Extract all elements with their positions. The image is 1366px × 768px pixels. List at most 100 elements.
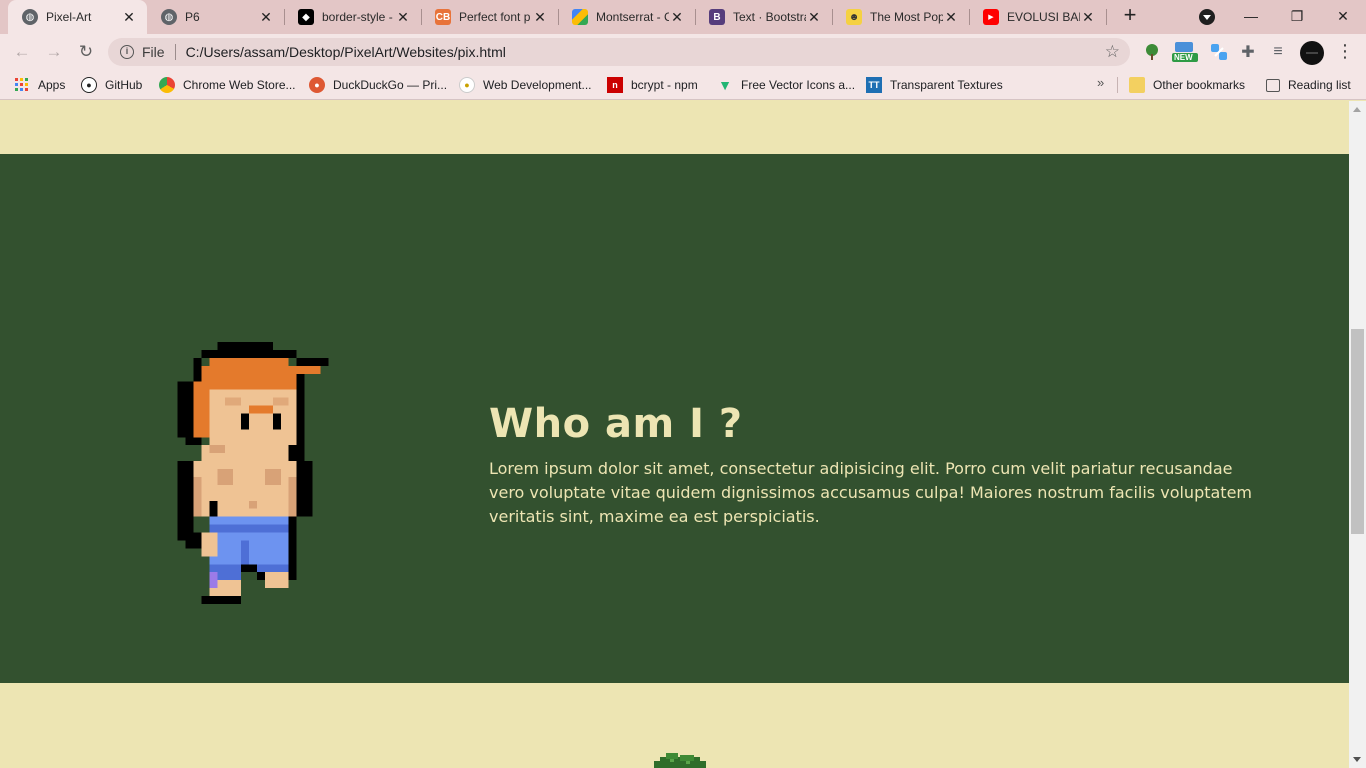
tab-title: Pixel-Art xyxy=(46,10,92,24)
globe-icon: ◍ xyxy=(22,9,38,25)
codepen-icon: ◆ xyxy=(298,9,314,25)
info-icon[interactable]: i xyxy=(120,45,134,59)
tab-montserrat[interactable]: Montserrat - C ✕ xyxy=(558,0,695,34)
extensions-puzzle-icon[interactable]: ✚ xyxy=(1238,42,1258,62)
tab-evolusi[interactable]: ▶ EVOLUSI BAN ✕ xyxy=(969,0,1106,34)
about-heading: Who am I ? xyxy=(489,401,743,447)
tab-perfect-font[interactable]: CB Perfect font p ✕ xyxy=(421,0,558,34)
page-scrollbar[interactable] xyxy=(1349,101,1366,768)
tab-p6[interactable]: ◍ P6 ✕ xyxy=(147,0,284,34)
reading-list-icon xyxy=(1266,78,1280,92)
tab-title: Perfect font p xyxy=(459,10,531,24)
media-queue-icon[interactable]: ≡ xyxy=(1268,42,1288,62)
chrome-web-store-icon xyxy=(159,77,175,93)
bookmark-label: Transparent Textures xyxy=(890,78,1003,92)
bookmark-label: Free Vector Icons a... xyxy=(741,78,856,92)
transparent-textures-icon: TT xyxy=(866,77,882,93)
back-arrow-icon[interactable]: ← xyxy=(11,41,33,63)
bookmarks-bar: Apps ● GitHub Chrome Web Store... ● Duck… xyxy=(0,70,1366,100)
youtube-icon: ▶ xyxy=(983,9,999,25)
reading-list-label: Reading list xyxy=(1288,78,1351,92)
tab-title: P6 xyxy=(185,10,200,24)
tab-search-icon[interactable] xyxy=(1199,9,1215,25)
close-icon[interactable]: ✕ xyxy=(395,9,411,25)
close-icon[interactable]: ✕ xyxy=(1080,9,1096,25)
bookmark-chrome-web-store[interactable]: Chrome Web Store... xyxy=(159,76,296,94)
apps-grid-icon xyxy=(14,77,30,93)
tab-title: Montserrat - C xyxy=(596,10,669,24)
tab-title: EVOLUSI BAN xyxy=(1007,10,1080,24)
bookmark-free-vector-icons[interactable]: ▼ Free Vector Icons a... xyxy=(717,76,855,94)
tab-divider xyxy=(1106,9,1107,25)
link-extension-icon[interactable] xyxy=(1209,42,1229,62)
close-icon[interactable]: ✕ xyxy=(532,9,548,25)
tab-most-popular[interactable]: ☻ The Most Pop ✕ xyxy=(832,0,969,34)
scroll-down-arrow-icon[interactable] xyxy=(1353,757,1361,762)
google-fonts-icon xyxy=(572,9,588,25)
bookmarks-divider xyxy=(1117,77,1118,93)
vector-icons-icon: ▼ xyxy=(718,77,732,93)
minimize-button[interactable]: ― xyxy=(1236,4,1266,28)
tab-title: border-style - xyxy=(322,10,393,24)
close-icon[interactable]: ✕ xyxy=(943,9,959,25)
bookmark-other-folder[interactable]: Other bookmarks xyxy=(1129,76,1245,94)
web-dev-icon: ● xyxy=(459,77,475,93)
tab-title: The Most Pop xyxy=(870,10,943,24)
scroll-up-arrow-icon[interactable] xyxy=(1353,107,1361,112)
globe-icon: ◍ xyxy=(161,9,177,25)
bookmark-label: Apps xyxy=(38,78,66,92)
bookmark-transparent-textures[interactable]: TT Transparent Textures xyxy=(866,76,1003,94)
url-text[interactable]: C:/Users/assam/Desktop/PixelArt/Websites… xyxy=(186,44,506,60)
reading-list-button[interactable]: Reading list xyxy=(1266,76,1351,94)
url-scheme-label: File xyxy=(142,44,165,60)
bookmark-label: Other bookmarks xyxy=(1153,78,1246,92)
bookmark-label: bcrypt - npm xyxy=(631,78,698,92)
bookmark-bcrypt-npm[interactable]: n bcrypt - npm xyxy=(607,76,698,94)
duckduckgo-icon: ● xyxy=(309,77,325,93)
tab-strip: ◍ Pixel-Art ✕ ◍ P6 ✕ ◆ border-style - ✕ … xyxy=(0,0,1366,34)
npm-icon: n xyxy=(607,77,623,93)
new-badge: NEW xyxy=(1174,53,1193,62)
forward-arrow-icon[interactable]: → xyxy=(43,41,65,63)
about-text-block: Who am I ? Lorem ipsum dolor sit amet, c… xyxy=(489,399,1269,529)
page-viewport: Who am I ? Lorem ipsum dolor sit amet, c… xyxy=(0,101,1349,768)
more-bookmarks-chevron-icon[interactable]: » xyxy=(1097,75,1104,90)
close-icon[interactable]: ✕ xyxy=(258,9,274,25)
pixel-bush-sprite xyxy=(654,753,706,768)
close-icon[interactable]: ✕ xyxy=(121,9,137,25)
address-bar[interactable]: i File C:/Users/assam/Desktop/PixelArt/W… xyxy=(108,38,1130,66)
bookmark-duckduckgo[interactable]: ● DuckDuckGo — Pri... xyxy=(309,76,447,94)
new-tab-button[interactable]: + xyxy=(1119,4,1141,27)
new-badge-extension-icon[interactable]: NEW xyxy=(1172,42,1198,62)
bookmark-star-icon[interactable]: ☆ xyxy=(1105,42,1120,62)
close-icon[interactable]: ✕ xyxy=(806,9,822,25)
bookmark-apps[interactable]: Apps xyxy=(14,76,65,94)
bookmark-label: Web Development... xyxy=(483,78,592,92)
bookmark-web-development[interactable]: ● Web Development... xyxy=(459,76,592,94)
reload-icon[interactable]: ↻ xyxy=(75,41,97,63)
tab-border-style[interactable]: ◆ border-style - ✕ xyxy=(284,0,421,34)
profile-avatar[interactable] xyxy=(1300,41,1324,65)
tab-pixel-art[interactable]: ◍ Pixel-Art ✕ xyxy=(8,0,147,34)
mask-icon: ☻ xyxy=(846,9,862,25)
bookmark-label: GitHub xyxy=(105,78,143,92)
bookmark-label: Chrome Web Store... xyxy=(183,78,296,92)
close-window-button[interactable]: ✕ xyxy=(1328,4,1358,28)
tab-bootstrap-text[interactable]: B Text · Bootstra ✕ xyxy=(695,0,832,34)
cssbuttons-icon: CB xyxy=(435,9,451,25)
menu-kebab-icon[interactable]: ⋮ xyxy=(1336,40,1354,64)
about-section: Who am I ? Lorem ipsum dolor sit amet, c… xyxy=(0,154,1349,683)
folder-icon xyxy=(1129,77,1145,93)
close-icon[interactable]: ✕ xyxy=(669,9,685,25)
bootstrap-icon: B xyxy=(709,9,725,25)
about-paragraph: Lorem ipsum dolor sit amet, consectetur … xyxy=(489,459,1252,526)
pixel-character-sprite xyxy=(177,342,329,604)
tree-extension-icon[interactable] xyxy=(1142,42,1162,62)
bookmark-github[interactable]: ● GitHub xyxy=(81,76,142,94)
url-divider xyxy=(174,44,176,60)
restore-button[interactable]: ❐ xyxy=(1282,4,1312,28)
github-icon: ● xyxy=(81,77,97,93)
tab-title: Text · Bootstra xyxy=(733,10,806,24)
scrollbar-thumb[interactable] xyxy=(1351,329,1364,534)
browser-toolbar: ← → ↻ i File C:/Users/assam/Desktop/Pixe… xyxy=(0,34,1366,70)
